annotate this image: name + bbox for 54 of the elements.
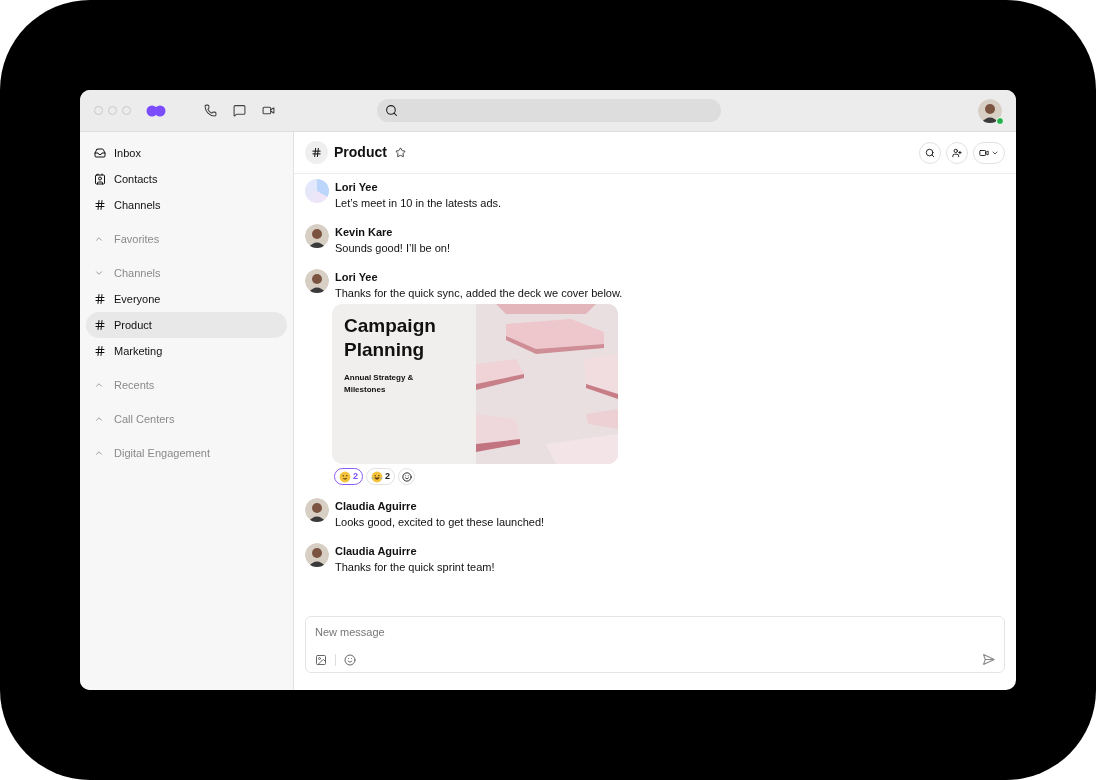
contact-card-icon [94, 173, 106, 185]
hash-icon [94, 293, 106, 305]
add-person-icon [952, 147, 962, 158]
message-text: Looks good, excited to get these launched! [335, 515, 545, 530]
phone-icon[interactable] [204, 104, 217, 117]
avatar [305, 269, 329, 293]
message-text: Thanks for the quick sprint team! [335, 560, 495, 575]
message-author: Lori Yee [335, 270, 379, 285]
sidebar-item[interactable]: Product [86, 312, 287, 338]
sidebar-item[interactable]: Everyone [86, 286, 287, 312]
chevron-icon [94, 448, 104, 458]
search-icon [925, 147, 935, 158]
message-author: Claudia Aguirre [335, 499, 418, 514]
deck-card[interactable]: Campaign Planning Annual Strategy & Milestones [332, 304, 618, 464]
hash-icon [94, 319, 106, 331]
message-author: Lori Yee [335, 180, 379, 195]
laughing-face-icon [371, 470, 383, 483]
avatar [305, 179, 329, 203]
sidebar-item[interactable]: Contacts [86, 166, 287, 192]
sidebar-item[interactable]: Channels [86, 192, 287, 218]
grinning-face-icon [339, 470, 351, 483]
chevron-icon [94, 380, 104, 390]
logo-icon [146, 104, 166, 117]
image-icon[interactable] [315, 653, 327, 666]
message-author: Kevin Kare [335, 225, 394, 240]
deck-subtitle: Annual Strategy & Milestones [344, 372, 415, 396]
emoji-icon[interactable] [344, 653, 356, 666]
send-icon[interactable] [982, 653, 995, 666]
message-text: Sounds good! I’ll be on! [335, 241, 450, 256]
hash-icon [305, 141, 328, 164]
message-author: Claudia Aguirre [335, 544, 418, 559]
chat-icon[interactable] [233, 104, 246, 117]
avatar [305, 498, 329, 522]
sidebar-item[interactable]: Inbox [86, 140, 287, 166]
chevron-icon [94, 268, 104, 278]
message-input[interactable]: New message [315, 624, 995, 641]
channel-title: Product [334, 143, 387, 162]
deck-title: Campaign Planning [344, 314, 437, 362]
video-icon[interactable] [262, 104, 275, 117]
message-text: Thanks for the quick sync, added the deck we cover below. [335, 286, 623, 301]
hash-icon [94, 199, 106, 211]
star-icon[interactable] [394, 147, 406, 158]
video-camera-icon [979, 147, 989, 158]
hash-icon [94, 345, 106, 357]
sidebar-item[interactable]: Marketing [86, 338, 287, 364]
message-field[interactable]: New message [305, 616, 1005, 673]
chevron-icon [94, 234, 104, 244]
user-avatar [978, 98, 1002, 123]
avatar [305, 224, 329, 248]
message-text: Let’s meet in 10 in the latests ads. [335, 196, 502, 211]
search-icon [385, 104, 398, 117]
chevron-icon [94, 414, 104, 424]
inbox-tray-icon [94, 147, 106, 159]
avatar [305, 543, 329, 567]
